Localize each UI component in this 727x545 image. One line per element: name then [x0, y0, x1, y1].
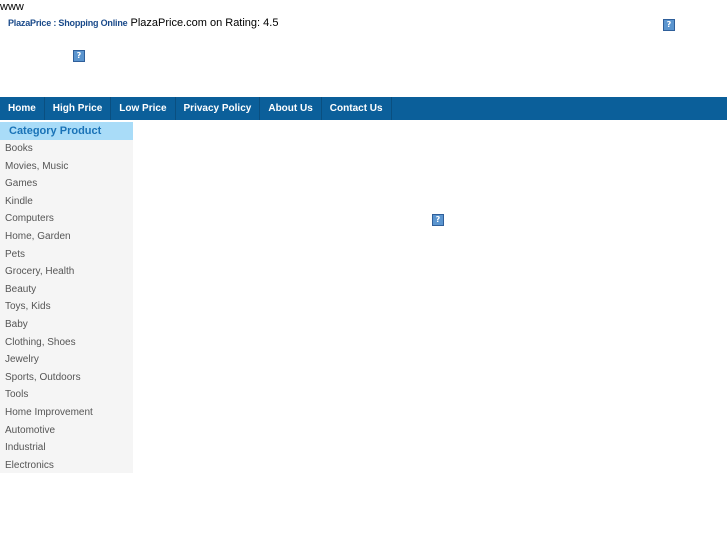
category-jewelry[interactable]: Jewelry — [0, 351, 133, 369]
category-clothing-shoes[interactable]: Clothing, Shoes — [0, 334, 133, 352]
main-navbar: Home High Price Low Price Privacy Policy… — [0, 97, 727, 120]
category-books[interactable]: Books — [0, 140, 133, 158]
category-toys-kids[interactable]: Toys, Kids — [0, 298, 133, 316]
nav-home[interactable]: Home — [0, 97, 45, 120]
nav-privacy-policy[interactable]: Privacy Policy — [176, 97, 261, 120]
header-line: PlazaPrice : Shopping Online PlazaPrice.… — [8, 17, 278, 29]
category-movies-music[interactable]: Movies, Music — [0, 158, 133, 176]
category-electronics[interactable]: Electronics — [0, 457, 133, 475]
nav-contact-us[interactable]: Contact Us — [322, 97, 392, 120]
category-sidebar: Category Product Books Movies, Music Gam… — [0, 122, 133, 473]
broken-image-icon: ? — [432, 214, 444, 226]
category-kindle[interactable]: Kindle — [0, 193, 133, 211]
category-header: Category Product — [0, 122, 133, 140]
category-grocery-health[interactable]: Grocery, Health — [0, 263, 133, 281]
category-pets[interactable]: Pets — [0, 246, 133, 264]
category-sports-outdoors[interactable]: Sports, Outdoors — [0, 369, 133, 387]
category-industrial[interactable]: Industrial — [0, 439, 133, 457]
nav-about-us[interactable]: About Us — [260, 97, 322, 120]
nav-high-price[interactable]: High Price — [45, 97, 112, 120]
category-automotive[interactable]: Automotive — [0, 422, 133, 440]
category-baby[interactable]: Baby — [0, 316, 133, 334]
broken-image-icon: ? — [73, 50, 85, 62]
category-games[interactable]: Games — [0, 175, 133, 193]
category-tools[interactable]: Tools — [0, 386, 133, 404]
top-text: www — [0, 1, 24, 13]
brand-link[interactable]: PlazaPrice : Shopping Online — [8, 18, 128, 28]
category-computers[interactable]: Computers — [0, 210, 133, 228]
broken-image-icon: ? — [663, 19, 675, 31]
category-home-improvement[interactable]: Home Improvement — [0, 404, 133, 422]
category-home-garden[interactable]: Home, Garden — [0, 228, 133, 246]
rating-text: PlazaPrice.com on Rating: 4.5 — [130, 17, 279, 29]
nav-low-price[interactable]: Low Price — [111, 97, 176, 120]
category-beauty[interactable]: Beauty — [0, 281, 133, 299]
